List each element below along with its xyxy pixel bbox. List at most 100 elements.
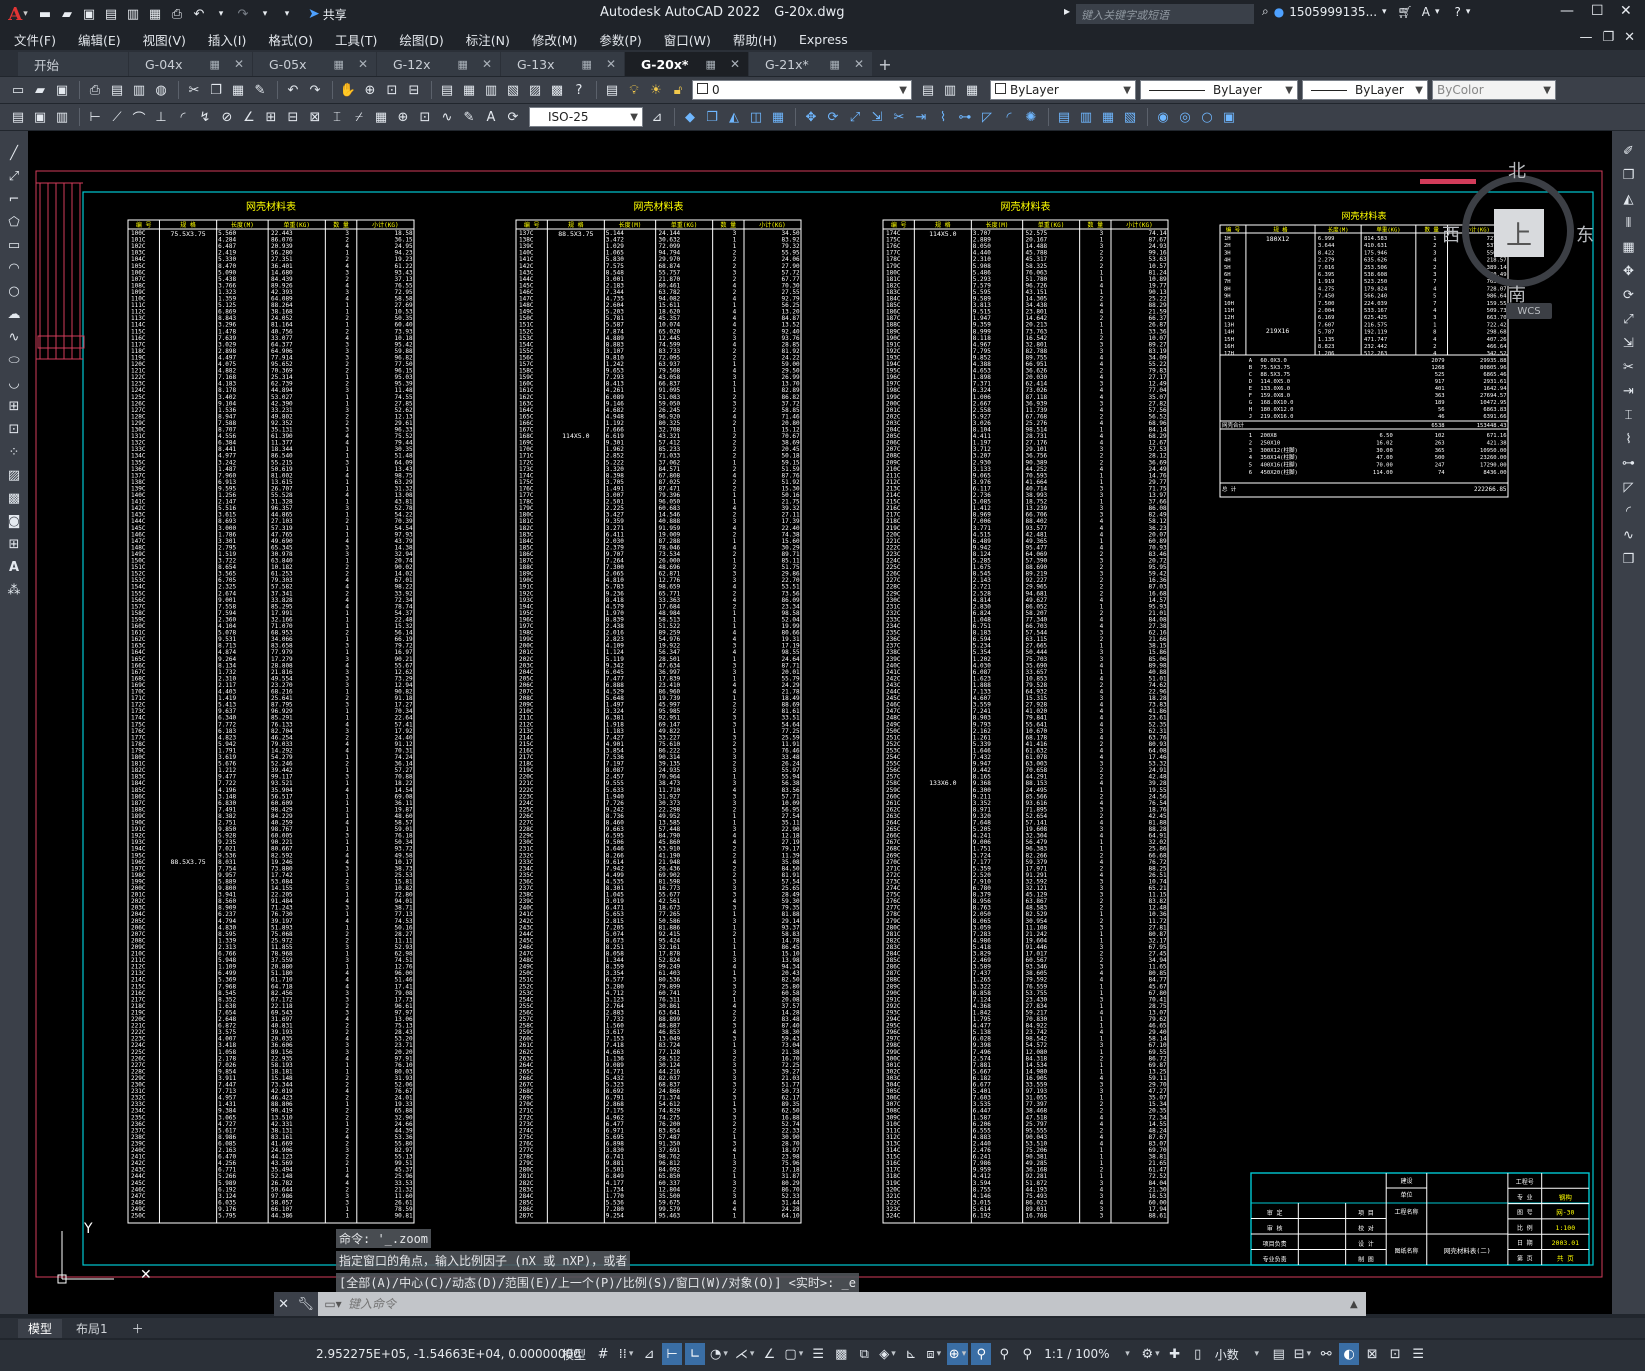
lock-ui-icon[interactable]: ⊟ ▾ — [1292, 1343, 1313, 1365]
save-as-icon[interactable]: ▤ — [102, 5, 120, 23]
close-tab-icon[interactable]: ✕ — [358, 57, 368, 71]
ellipse-icon[interactable]: ⬭ — [4, 350, 24, 370]
menu-parametric[interactable]: 参数(P) — [599, 30, 641, 49]
snap-icon[interactable]: ⁞⁞ ▾ — [616, 1343, 636, 1365]
chamfer-icon[interactable]: ◸ — [1619, 477, 1639, 497]
break-icon[interactable]: ⌇ — [933, 107, 953, 127]
erase-icon[interactable]: ✐ — [1619, 141, 1639, 161]
offset-icon[interactable]: ⫴ — [1619, 213, 1639, 233]
print-icon[interactable]: ⎙ — [168, 5, 186, 23]
ortho-icon[interactable]: ∟ — [685, 1343, 706, 1365]
isometric-icon[interactable]: ⋌ ▾ — [733, 1343, 757, 1365]
drawing-canvas[interactable]: 网壳材料表编 号规 格长度(M) 单重(KG) 数 量小计(KG) 100C 5.560… — [28, 131, 1612, 1314]
quick-properties-icon[interactable]: ▤ — [1269, 1343, 1289, 1365]
region-icon[interactable]: ◙ — [4, 511, 24, 531]
spline-icon[interactable]: ∿ — [4, 327, 24, 347]
coordinate-readout[interactable]: 2.952275E+05, -1.54663E+04, 0.00000000 — [316, 1347, 581, 1361]
a360-dropdown-icon[interactable]: ▾ — [1435, 7, 1440, 17]
close-command-line-icon[interactable]: ✕ — [278, 1297, 289, 1312]
zoom-realtime-icon[interactable]: ⊕ — [360, 80, 380, 100]
layer-states-icon[interactable]: ▦ — [962, 80, 982, 100]
insert-block-icon[interactable]: ▤ — [8, 107, 28, 127]
dim-text-edit-icon[interactable]: A — [481, 107, 501, 127]
menu-edit[interactable]: 编辑(E) — [78, 30, 121, 49]
share-button[interactable]: ➤ 共享 — [308, 6, 347, 23]
jogged-dim-icon[interactable]: ↯ — [195, 107, 215, 127]
polygon-icon[interactable]: ⬠ — [4, 212, 24, 232]
polar-tracking-icon[interactable]: ◔ ▾ — [708, 1343, 730, 1365]
unisolate-icon[interactable]: ○ — [1197, 107, 1217, 127]
markup-icon[interactable]: ▨ — [525, 80, 545, 100]
insert-block-icon[interactable]: ⊞ — [4, 396, 24, 416]
menu-tools[interactable]: 工具(T) — [335, 30, 377, 49]
layout-tab-layout1[interactable]: 布局1 — [66, 1319, 118, 1338]
plot-icon[interactable]: ⎙ — [85, 80, 105, 100]
maximize-icon[interactable]: ☐ — [1591, 3, 1604, 19]
dynamic-ucs-icon[interactable]: ⊾ — [901, 1343, 921, 1365]
tab-preview-icon[interactable]: ▦ — [210, 58, 220, 71]
dim-edit-icon[interactable]: ✎ — [459, 107, 479, 127]
search-input[interactable]: 键入关键字或短语 — [1076, 4, 1254, 24]
inspect-icon[interactable]: ⊡ — [415, 107, 435, 127]
close-tab-icon[interactable]: ✕ — [606, 57, 616, 71]
redo-icon[interactable]: ↷ — [234, 5, 252, 23]
zoom-previous-icon[interactable]: ⊟ — [404, 80, 424, 100]
stretch-icon[interactable]: ⇲ — [867, 107, 887, 127]
make-block-icon[interactable]: ⊡ — [4, 419, 24, 439]
bring-front-icon[interactable]: ▥ — [1076, 107, 1096, 127]
tab-preview-icon[interactable]: ▦ — [334, 58, 344, 71]
model-space-button[interactable]: 模型 — [558, 1343, 590, 1365]
new-file-icon[interactable]: ▬ — [36, 5, 54, 23]
close-tab-icon[interactable]: ✕ — [854, 57, 864, 71]
erase-icon[interactable]: ◆ — [680, 107, 700, 127]
file-tab[interactable]: G-12x ▦ ✕ — [377, 52, 500, 76]
diameter-dim-icon[interactable]: ⊘ — [217, 107, 237, 127]
rotate-icon[interactable]: ⟳ — [823, 107, 843, 127]
construction-line-icon[interactable]: ⤢ — [4, 166, 24, 186]
layer-combo[interactable]: 0 ▼ — [692, 80, 912, 100]
plotstyle-combo[interactable]: ByColor ▼ — [1432, 80, 1556, 100]
hardware-accel-icon[interactable]: ◐ — [1339, 1343, 1360, 1365]
publish-icon[interactable]: ▥ — [124, 5, 142, 23]
text-front-icon[interactable]: ▧ — [1120, 107, 1140, 127]
menu-modify[interactable]: 修改(M) — [532, 30, 578, 49]
menu-file[interactable]: 文件(F) — [14, 30, 56, 49]
plot-preview-icon[interactable]: ▤ — [107, 80, 127, 100]
new-icon[interactable]: ▭ — [8, 80, 28, 100]
doc-minimize-icon[interactable]: — — [1579, 30, 1592, 45]
isolate-objects-icon[interactable]: ⚯ — [1316, 1343, 1336, 1365]
rectangle-icon[interactable]: ▭ — [4, 235, 24, 255]
angular-dim-icon[interactable]: ∠ — [239, 107, 259, 127]
blend-curves-icon[interactable]: ∿ — [1619, 525, 1639, 545]
hatch-icon[interactable]: ▨ — [4, 465, 24, 485]
scale-icon[interactable]: ⤢ — [845, 107, 865, 127]
help-dropdown-icon[interactable]: ▾ — [1466, 7, 1471, 17]
table-icon[interactable]: ⊞ — [4, 534, 24, 554]
customize-wrench-icon[interactable]: 🔧︎ — [297, 1297, 314, 1312]
break-at-point-icon[interactable]: ⌶ — [1619, 405, 1639, 425]
3d-print-icon[interactable]: ◍ — [151, 80, 171, 100]
file-tab[interactable]: G-20x* ▦ ✕ — [625, 52, 748, 76]
fullscreen-icon[interactable]: ⊡ — [1385, 1343, 1405, 1365]
file-tab[interactable]: G-05x ▦ ✕ — [253, 52, 376, 76]
menu-express[interactable]: Express — [799, 32, 848, 47]
paste-icon[interactable]: ▦ — [228, 80, 248, 100]
mirror-icon[interactable]: ◭ — [1619, 189, 1639, 209]
close-window-icon[interactable]: ✕ — [1620, 3, 1632, 19]
add-layout-icon[interactable]: ＋ — [122, 1319, 154, 1338]
command-history-toggle-icon[interactable]: ▲ — [1350, 1299, 1366, 1310]
polyline-icon[interactable]: ⌐ — [4, 189, 24, 209]
linetype-combo[interactable]: ByLayer ▼ — [1140, 80, 1298, 100]
wcs-menu[interactable]: WCS — [1506, 303, 1552, 319]
array-icon[interactable]: ▦ — [1619, 237, 1639, 257]
menu-draw[interactable]: 绘图(D) — [399, 30, 443, 49]
draw-order-icon[interactable]: ▤ — [1054, 107, 1074, 127]
doc-close-icon[interactable]: ✕ — [1624, 30, 1635, 45]
linear-dim-icon[interactable]: ⊢ — [85, 107, 105, 127]
search-expand-icon[interactable]: ▸ — [1064, 4, 1070, 18]
annotation-scale-value[interactable]: 1:1 / 100% — [1040, 1343, 1113, 1365]
layer-properties-icon[interactable]: ▤ — [602, 80, 622, 100]
arc-icon[interactable]: ◠ — [4, 258, 24, 278]
match-properties-icon[interactable]: ✎ — [250, 80, 270, 100]
doc-restore-icon[interactable]: ❐ — [1602, 30, 1614, 45]
